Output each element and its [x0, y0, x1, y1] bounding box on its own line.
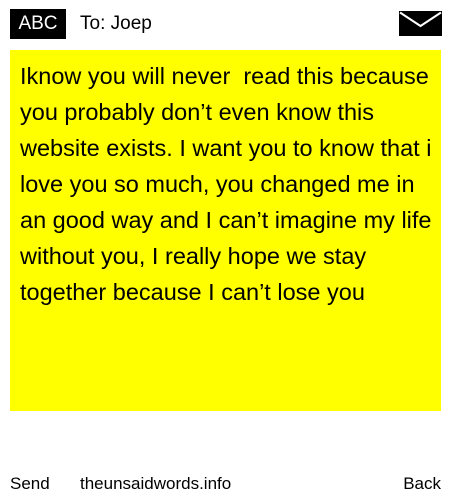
header-bar: ABC To: Joep — [0, 0, 450, 48]
message-card: Iknow you will never read this because y… — [10, 50, 441, 411]
back-button[interactable]: Back — [403, 470, 441, 498]
footer-bar: Send theunsaidwords.info Back — [0, 470, 450, 498]
send-button[interactable]: Send — [10, 470, 50, 498]
site-link[interactable]: theunsaidwords.info — [80, 470, 231, 498]
message-text: Iknow you will never read this because y… — [20, 63, 439, 305]
abc-badge[interactable]: ABC — [10, 9, 66, 39]
recipient-label: To: Joep — [80, 13, 152, 34]
envelope-icon[interactable] — [399, 11, 442, 36]
